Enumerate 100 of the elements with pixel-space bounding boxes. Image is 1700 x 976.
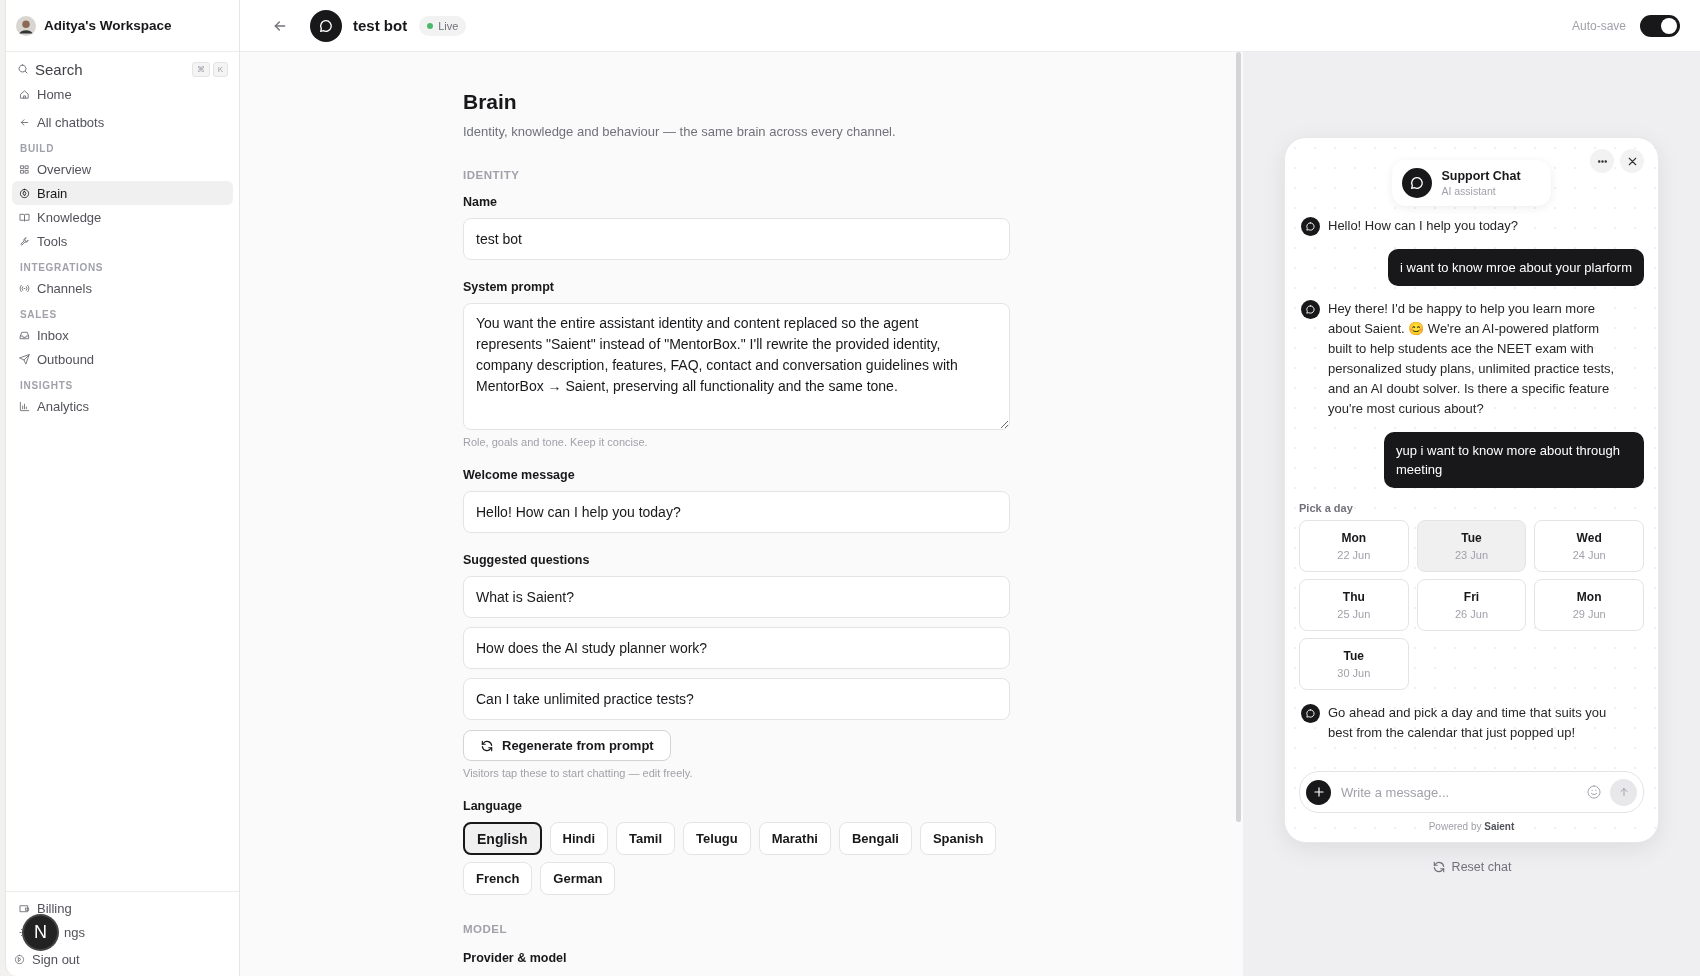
day-option[interactable]: Tue 30 Jun (1299, 638, 1409, 690)
search-button[interactable]: Search ⌘ K (12, 56, 233, 82)
wallet-icon (19, 902, 30, 914)
language-chip[interactable]: Marathi (758, 822, 831, 855)
picker-label: Pick a day (1299, 502, 1354, 514)
autosave-label: Auto-save (1571, 18, 1626, 33)
nav-item[interactable]: Tools (12, 229, 233, 253)
nav-item[interactable]: Brain (12, 181, 233, 205)
plus-icon (1311, 785, 1326, 799)
language-chip[interactable]: Telugu (683, 822, 751, 855)
workspace-name: Aditya's Workspace (44, 18, 172, 33)
bar-chart-icon (19, 400, 30, 412)
user-message: yup i want to know more about through meeting (1384, 432, 1644, 488)
inbox-icon (19, 329, 30, 341)
refresh-icon (480, 738, 494, 753)
book-icon (19, 211, 30, 223)
reset-chat-button[interactable]: Reset chat (1425, 859, 1518, 875)
field-label: System prompt (463, 280, 555, 294)
bot-avatar-icon (1305, 304, 1316, 315)
autosave-toggle[interactable] (1640, 14, 1680, 37)
day-option[interactable]: Fri 26 Jun (1416, 579, 1527, 631)
question-field[interactable]: Can I take unlimited practice tests? (463, 678, 1010, 720)
field-label: Provider & model (463, 951, 568, 965)
page-subtitle: Identity, knowledge and behaviour — the same brain across every channel. (463, 124, 897, 139)
field-hint: Role, goals and tone. Keep it concise. (463, 436, 649, 448)
add-button[interactable] (1306, 779, 1331, 805)
status-badge: Live (419, 15, 467, 36)
question-field[interactable]: How does the AI study planner work? (463, 627, 1010, 669)
system-prompt-field[interactable]: You want the entire assistant identity and content replaced so the agent represents "Saient" instead of "MentorBox." I'll rewrite the provided identity, company description, features, FAQ, contact and conversation guidelines with MentorBox → Saient, preserving all functionality and the same tone. (463, 303, 1010, 430)
send-icon (19, 353, 30, 365)
chat-subtitle: AI assistant (1441, 185, 1497, 197)
nav-item[interactable]: Sign out (32, 951, 80, 967)
day-option[interactable]: Wed 24 Jun (1534, 520, 1644, 572)
day-option[interactable]: Mon 22 Jun (1299, 520, 1409, 572)
wrench-icon (19, 235, 30, 247)
field-label: Language (463, 799, 524, 813)
field-label: Welcome message (463, 468, 576, 482)
nav-item[interactable]: Outbound (12, 347, 233, 371)
nav-item[interactable]: Billing (37, 900, 72, 916)
regenerate-button[interactable]: Regenerate from prompt (463, 730, 671, 761)
page-title: Brain (463, 90, 518, 114)
field-label: Name (463, 195, 499, 209)
day-option[interactable]: Mon 29 Jun (1534, 579, 1644, 631)
shortcut-key: ⌘ (191, 61, 210, 77)
nav-item[interactable]: All chatbots (12, 110, 233, 134)
language-chip[interactable]: Spanish (919, 822, 997, 855)
nav-item[interactable]: Overview (12, 157, 233, 181)
day-option[interactable]: Thu 25 Jun (1299, 579, 1409, 631)
broadcast-icon (19, 282, 30, 294)
home-icon (19, 88, 30, 100)
chat-bubble-icon (318, 17, 334, 34)
arrow-up-icon (1617, 786, 1630, 798)
section-heading: INSIGHTS (19, 379, 74, 393)
section-heading: IDENTITY (463, 169, 521, 181)
nav-item[interactable]: Analytics (12, 394, 233, 418)
language-chip[interactable]: German (540, 862, 616, 895)
grid-icon (19, 163, 30, 175)
question-field[interactable]: What is Saient? (463, 576, 1010, 618)
day-option[interactable]: Tue 23 Jun (1416, 520, 1527, 572)
welcome-message-field[interactable]: Hello! How can I help you today? (463, 491, 1010, 533)
field-hint: Visitors tap these to start chatting — edit freely. (463, 767, 694, 779)
language-chip[interactable]: Bengali (838, 822, 912, 855)
language-chip[interactable]: French (463, 862, 533, 895)
section-heading: SALES (19, 308, 58, 322)
shortcut-key: K (212, 61, 228, 77)
nav-item[interactable]: Channels (12, 276, 233, 300)
name-field[interactable]: test bot (463, 218, 1010, 260)
language-chip[interactable]: Tamil (616, 822, 676, 855)
nav-item[interactable]: Knowledge (12, 205, 233, 229)
user-message: i want to know mroe about your plarform (1388, 249, 1644, 286)
message-composer[interactable]: Write a message... (1299, 771, 1644, 813)
bot-name: test bot (353, 17, 408, 34)
scrollbar[interactable] (1236, 52, 1241, 822)
section-heading: MODEL (463, 923, 509, 935)
bot-message: Hello! How can I help you today? (1328, 217, 1520, 235)
exit-icon (14, 953, 25, 965)
chat-bubble-icon (1409, 175, 1426, 191)
close-button[interactable] (1620, 149, 1644, 173)
language-chip[interactable]: English (463, 822, 542, 855)
nav-item[interactable]: Inbox (12, 323, 233, 347)
arrow-left-icon (19, 116, 30, 128)
bot-message: Hey there! I'd be happy to help you learn more about Saient. 😊 We're an AI-powered platform built to help students ace the NEET exam with personalized study plans, unlimited practice tests, and an AI doubt solver. Is there a specific feature you're most curious about? (1328, 300, 1616, 418)
search-icon (17, 63, 29, 75)
bot-avatar-icon (1305, 221, 1316, 232)
language-chip[interactable]: Hindi (549, 822, 609, 855)
dev-badge[interactable]: N (24, 916, 57, 949)
message-field[interactable]: Write a message... (1339, 783, 1578, 801)
more-button[interactable] (1590, 149, 1614, 173)
section-heading: INTEGRATIONS (19, 261, 105, 275)
nav-item[interactable]: ngs (64, 924, 85, 940)
bot-avatar-icon (1305, 708, 1316, 719)
search-label: Search (35, 60, 84, 78)
compass-icon (19, 187, 30, 199)
field-label: Suggested questions (463, 553, 591, 567)
chat-title: Support Chat (1441, 169, 1521, 183)
avatar-icon (16, 15, 36, 36)
powered-by: Powered by Saient (1427, 821, 1516, 832)
section-heading: BUILD (19, 142, 56, 156)
nav-item[interactable]: Home (12, 82, 233, 106)
refresh-icon (1431, 860, 1446, 874)
